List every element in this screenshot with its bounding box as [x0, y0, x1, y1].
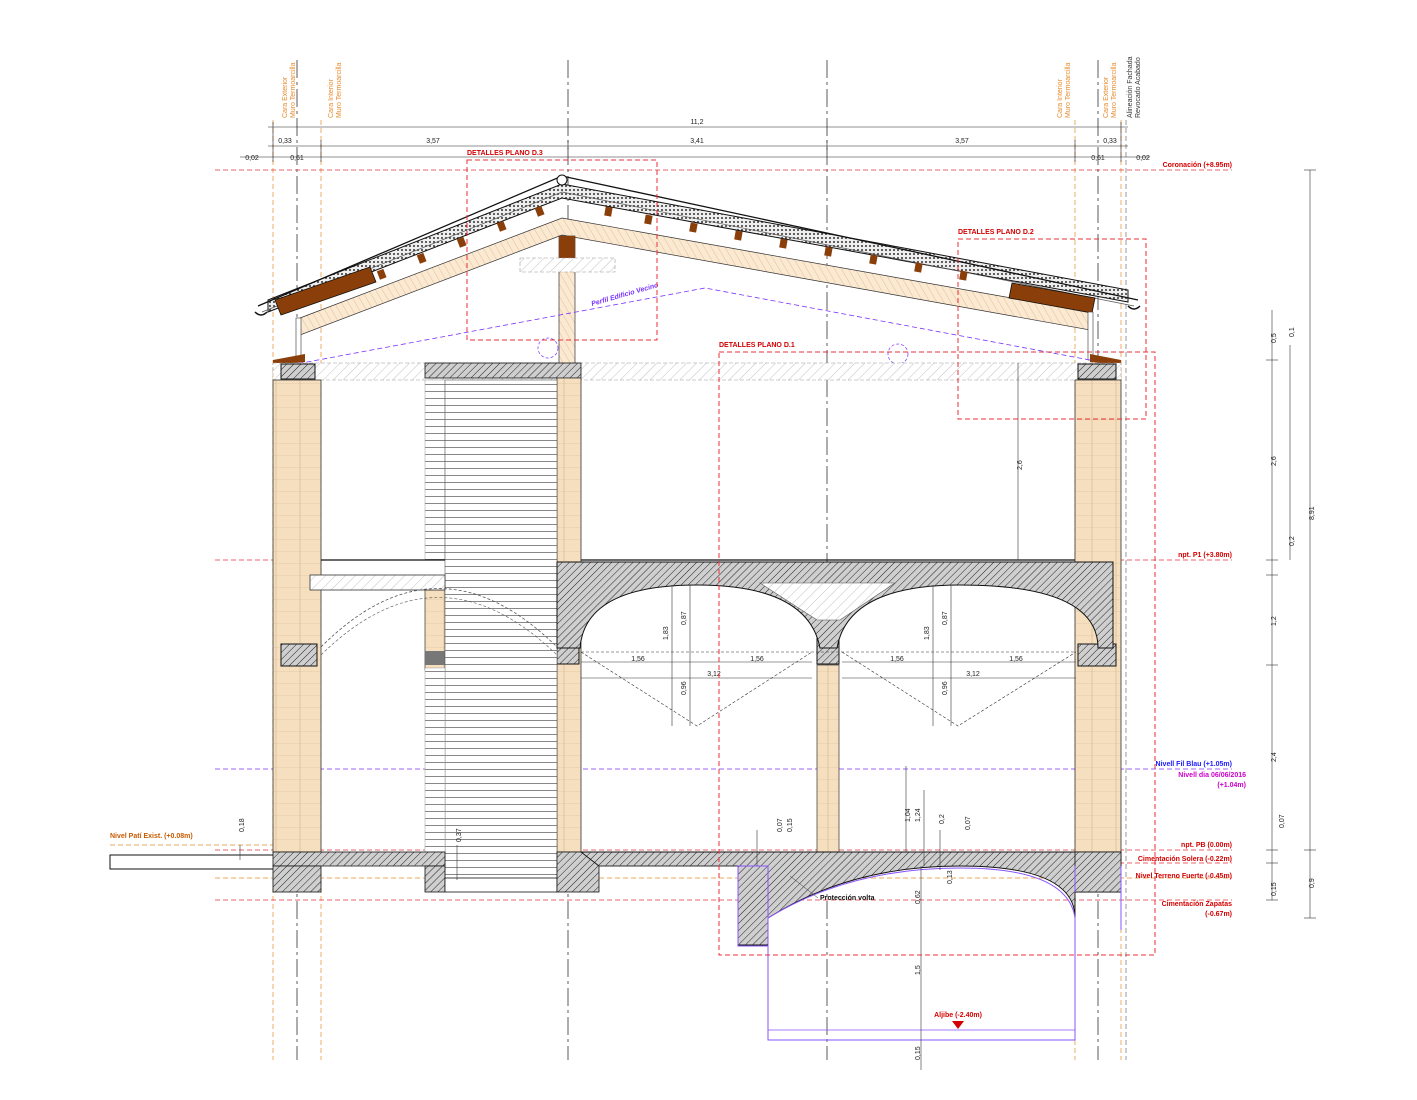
right-dimension-texts: 8,91 0,5 0,1 2,6 0,2 1,2 2,4 0,07 0,15 0… [1271, 327, 1316, 896]
dim-slab-a: 0,07 [777, 818, 784, 832]
dim-right-a: 0,02 [1136, 155, 1150, 162]
detail-box-d3: DETALLES PLANO D.3 [467, 150, 543, 157]
right-r8: 0,15 [1271, 882, 1278, 896]
vault-rise-lower-2: 0,96 [942, 681, 949, 695]
vaulted-slab [556, 559, 1114, 649]
dim-left-b: 0,61 [290, 155, 304, 162]
right-r4: 0,2 [1289, 536, 1296, 546]
label-facade-1: Alineación Fachada [1127, 56, 1134, 118]
label-left-ext-2: Muro Termoarcilla [290, 62, 297, 118]
vault-rise-upper-2: 0,87 [942, 611, 949, 625]
level-nivell-dia: Nivell dia 06/06/2016 [1178, 772, 1246, 779]
foundations [109, 851, 1122, 946]
dim-left-a: 0,02 [245, 155, 259, 162]
level-zapatas-value: (-0.67m) [1205, 911, 1232, 918]
right-r7: 0,07 [1279, 814, 1286, 828]
dim-right-wall: 0,33 [1103, 138, 1117, 145]
vault-rise-lower-1: 0,96 [681, 681, 688, 695]
vault-half-2: 1,56 [750, 656, 764, 663]
vault-rise-upper-1: 0,87 [681, 611, 688, 625]
roof [254, 174, 1141, 369]
dim-cistern-d: 0,07 [965, 816, 972, 830]
vault-half-3: 1,56 [890, 656, 904, 663]
dim-cistern-c: 0,2 [939, 814, 946, 824]
vault-full-2: 3,12 [966, 671, 980, 678]
dim-cistern-depth: 1,5 [915, 965, 922, 975]
right-r6: 2,4 [1271, 752, 1278, 762]
level-zapatas: Cimentación Zapatas [1162, 901, 1233, 908]
level-terreno: Nivel Terreno Fuerte (-0.45m) [1136, 873, 1232, 880]
dim-cistern-f: 0,13 [947, 870, 954, 884]
dim-left-wall: 0,33 [278, 138, 292, 145]
dim-total: 11,2 [690, 119, 703, 126]
level-nivell-dia-value: (+1.04m) [1217, 782, 1246, 789]
dim-span-center: 3,41 [690, 138, 704, 145]
vault-rise-total-2: 1,83 [924, 626, 931, 640]
top-dimension-texts: 11,2 0,33 3,57 3,41 3,57 0,33 0,02 0,61 … [245, 119, 1150, 162]
label-right-int-2: Muro Termoarcilla [1065, 62, 1072, 118]
neighbour-label: Perfil Edificio Vecino [591, 282, 660, 308]
building-section-drawing: Cara Exterior Muro Termoarcilla Cara Int… [109, 56, 1316, 1070]
level-solera: Cimentación Solera (-0.22m) [1138, 856, 1232, 863]
dim-span-left: 3,57 [426, 138, 440, 145]
label-left-ext-1: Cara Exterior [282, 76, 289, 118]
upper-height-text: 2,6 [1017, 460, 1024, 470]
label-left-int-1: Cara Interior [328, 78, 335, 118]
right-r9: 0,9 [1309, 878, 1316, 888]
right-total: 8,91 [1309, 506, 1316, 520]
right-r5: 1,2 [1271, 616, 1278, 626]
top-axis-labels: Cara Exterior Muro Termoarcilla Cara Int… [282, 56, 1142, 118]
dim-slab-b: 0,15 [787, 818, 794, 832]
label-facade-2: Revocado Acabado [1135, 57, 1142, 118]
level-coronacion: Coronación (+8.95m) [1163, 162, 1232, 169]
right-r2: 0,1 [1289, 327, 1296, 337]
dim-cistern-bottom: 0,15 [915, 1046, 922, 1060]
dim-cistern-h1: 1,04 [905, 808, 912, 822]
vault-half-1: 1,56 [631, 656, 645, 663]
detail-box-d1: DETALLES PLANO D.1 [719, 342, 795, 349]
level-filblau: Nivell Fil Blau (+1.05m) [1156, 761, 1232, 768]
dim-patio-offset: 0,18 [239, 818, 246, 832]
dim-span-right: 3,57 [955, 138, 969, 145]
level-patio: Nivel Patí Exist. (+0.08m) [110, 833, 193, 840]
upper-height-dim: 2,6 [1017, 363, 1024, 560]
walls [272, 363, 1122, 853]
label-right-int-1: Cara Interior [1057, 78, 1064, 118]
label-right-ext-1: Cara Exterior [1103, 76, 1110, 118]
detail-box-d2: DETALLES PLANO D.2 [958, 229, 1034, 236]
inner-dimension-texts: 0,18 0,37 0,07 0,15 1,04 1,24 0,2 0,07 0… [239, 808, 972, 1060]
level-p1: npt. P1 (+3.80m) [1178, 552, 1232, 559]
dim-stair-depth: 0,37 [456, 828, 463, 842]
label-left-int-2: Muro Termoarcilla [336, 62, 343, 118]
label-right-ext-2: Muro Termoarcilla [1111, 62, 1118, 118]
aljibe-label: Aljibe (-2.40m) [934, 1012, 982, 1019]
right-r1: 0,5 [1271, 333, 1278, 343]
proteccion-label: Protección volta [820, 895, 875, 902]
dim-right-b: 0,61 [1091, 155, 1105, 162]
vault-half-4: 1,56 [1009, 656, 1023, 663]
dim-cistern-h2: 1,24 [915, 808, 922, 822]
dim-cistern-e: 0,62 [915, 890, 922, 904]
vault-rise-total-1: 1,83 [663, 626, 670, 640]
right-r3: 2,6 [1271, 456, 1278, 466]
level-pb: npt. PB (0.00m) [1181, 842, 1232, 849]
roof-slab [272, 362, 1122, 381]
